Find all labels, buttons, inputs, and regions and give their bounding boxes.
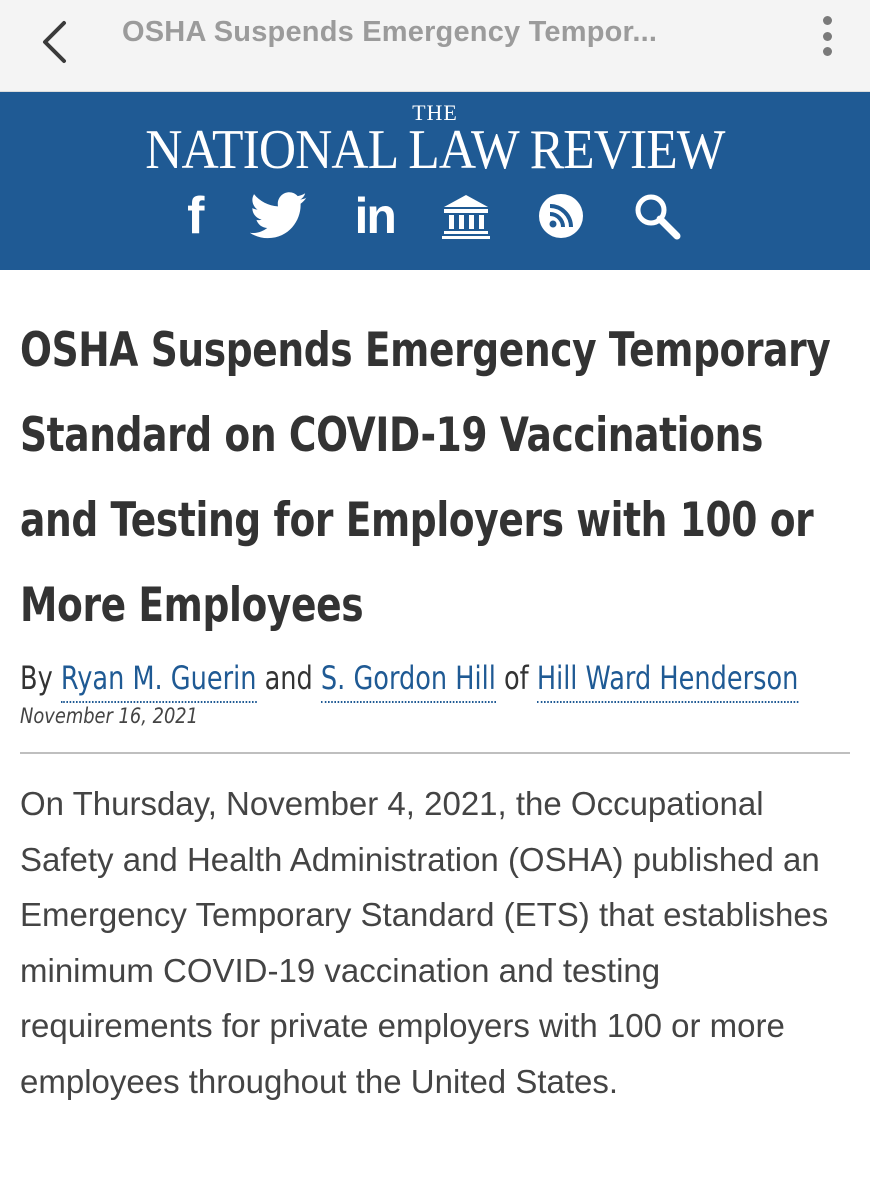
chevron-left-icon bbox=[43, 21, 66, 63]
social-links: f in bbox=[187, 188, 683, 244]
rss-icon[interactable] bbox=[537, 192, 585, 240]
page-title: OSHA Suspends Emergency Tempor... bbox=[122, 16, 658, 48]
firm-link[interactable]: Hill Ward Henderson bbox=[536, 659, 799, 703]
facebook-icon[interactable]: f bbox=[187, 190, 204, 242]
site-logo[interactable]: NATIONAL LAW REVIEW bbox=[145, 122, 725, 178]
vertical-dots-icon bbox=[822, 16, 832, 25]
site-masthead: THE NATIONAL LAW REVIEW f in bbox=[0, 92, 870, 270]
publish-date: November 16, 2021 bbox=[20, 704, 199, 728]
more-options-button[interactable] bbox=[812, 12, 842, 60]
article: OSHA Suspends Emergency Temporary Standa… bbox=[0, 308, 870, 1109]
back-button[interactable] bbox=[26, 14, 82, 70]
browser-top-bar: OSHA Suspends Emergency Tempor... bbox=[0, 0, 870, 92]
twitter-icon[interactable] bbox=[250, 192, 308, 240]
linkedin-icon[interactable]: in bbox=[354, 190, 396, 242]
author-link-gordon-hill[interactable]: S. Gordon Hill bbox=[320, 659, 496, 703]
institution-icon[interactable] bbox=[441, 193, 491, 239]
article-headline: OSHA Suspends Emergency Temporary Standa… bbox=[20, 323, 831, 633]
author-link-ryan-guerin[interactable]: Ryan M. Guerin bbox=[60, 659, 257, 703]
and-label: and bbox=[264, 659, 313, 697]
byline: By Ryan M. Guerin and S. Gordon Hill of … bbox=[20, 658, 852, 703]
of-label: of bbox=[504, 659, 529, 697]
search-icon[interactable] bbox=[631, 190, 683, 242]
divider bbox=[20, 752, 850, 754]
article-body-paragraph: On Thursday, November 4, 2021, the Occup… bbox=[20, 785, 829, 1100]
by-label: By bbox=[20, 659, 53, 697]
